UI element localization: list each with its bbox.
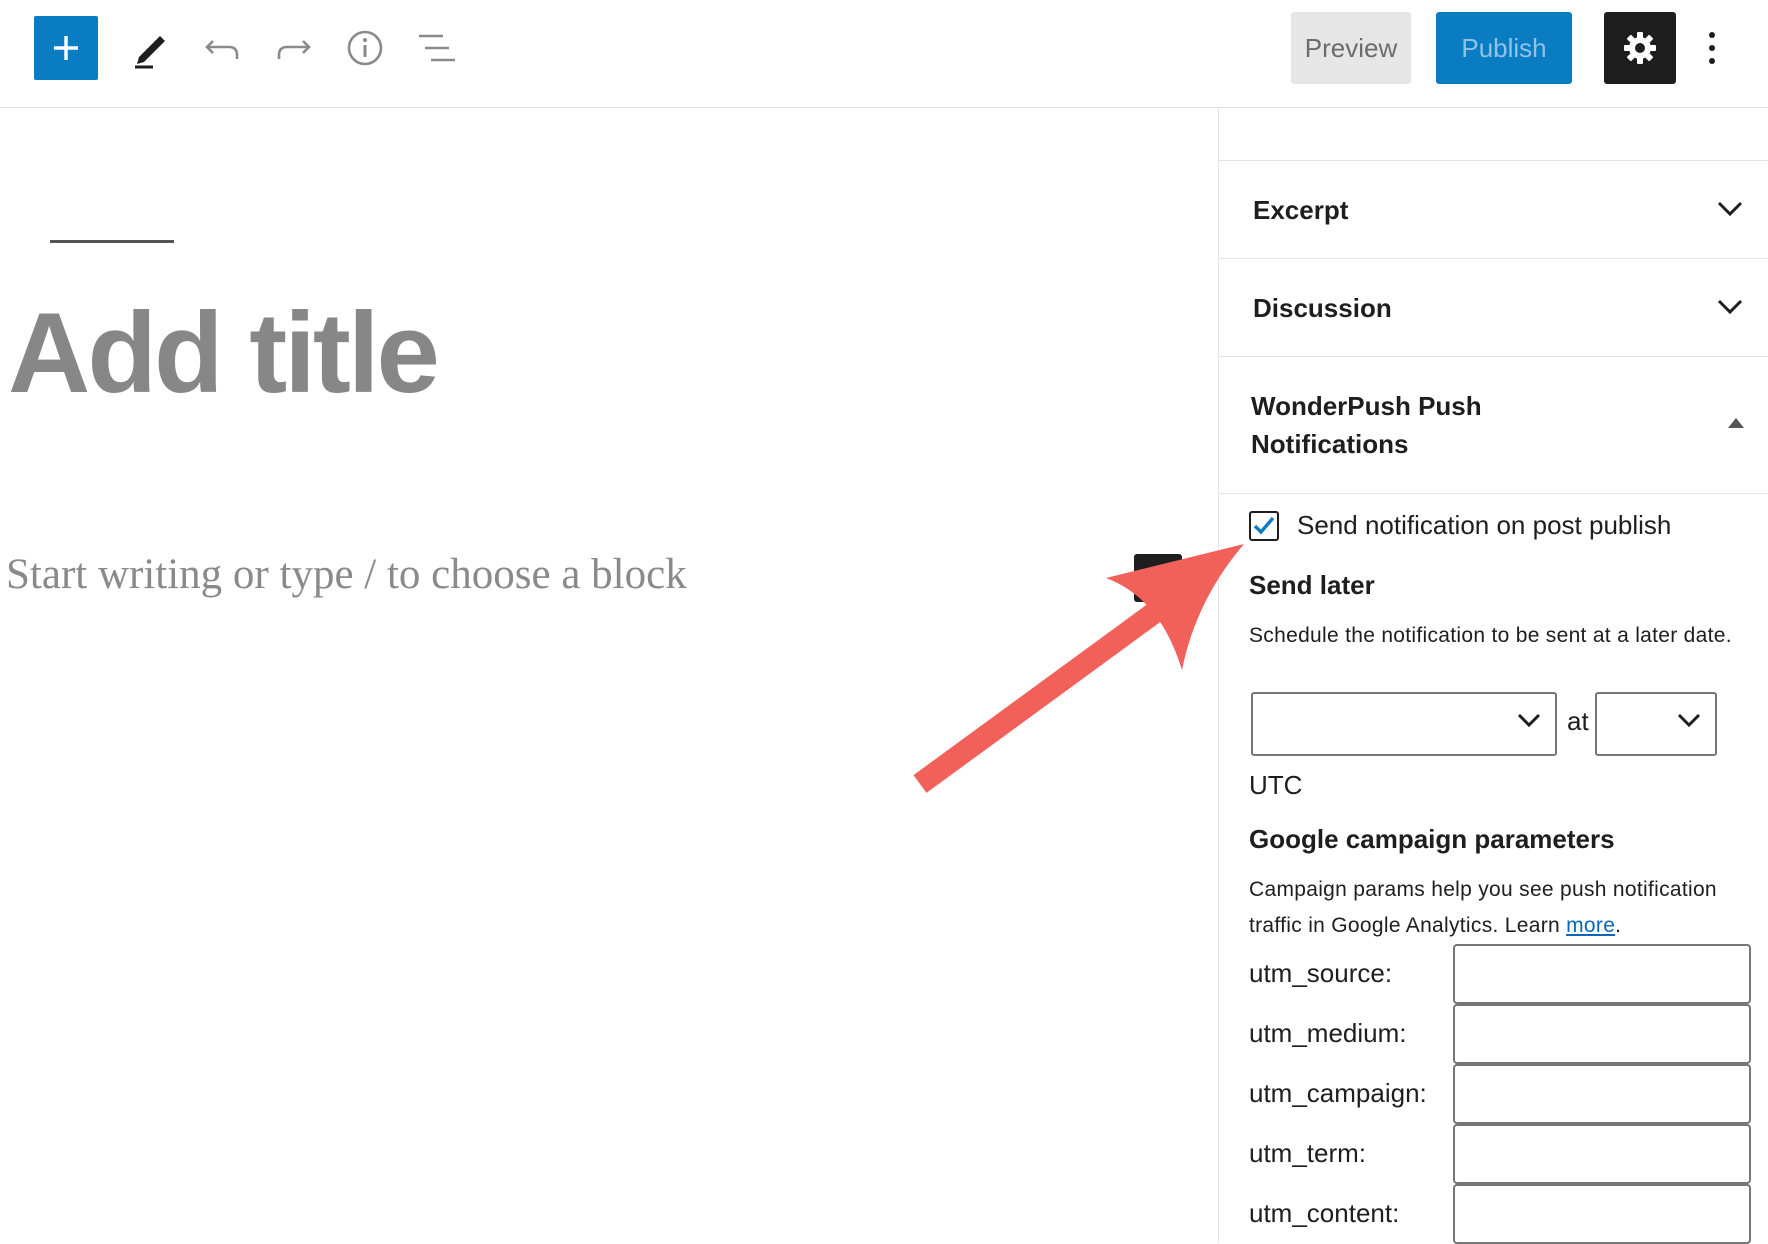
checkmark-icon: [1253, 516, 1275, 535]
plus-icon: [1149, 569, 1167, 587]
timezone-label: UTC: [1249, 770, 1303, 800]
panel-discussion[interactable]: Discussion: [1219, 258, 1768, 356]
details-button[interactable]: [338, 21, 392, 75]
settings-sidebar: Excerpt Discussion WonderPush Push Notif…: [1218, 108, 1768, 1244]
more-options-button[interactable]: [1694, 24, 1730, 72]
more-vertical-icon: [1709, 32, 1715, 64]
send-on-publish-label[interactable]: Send notification on post publish: [1297, 510, 1671, 541]
block-placeholder[interactable]: Start writing or type / to choose a bloc…: [6, 550, 687, 599]
undo-icon: [205, 40, 239, 59]
campaign-params-description: Campaign params help you see push notifi…: [1249, 872, 1768, 944]
gear-icon: [1624, 32, 1656, 64]
chevron-down-icon: [1717, 201, 1743, 217]
panel-wonderpush-title: WonderPush Push Notifications: [1251, 391, 1482, 459]
settings-button[interactable]: [1604, 12, 1676, 84]
chevron-down-icon: [1717, 299, 1743, 315]
utm-source-input[interactable]: [1453, 944, 1751, 1004]
send-later-heading: Send later: [1249, 570, 1375, 600]
tools-button[interactable]: [124, 21, 178, 75]
send-later-description: Schedule the notification to be sent at …: [1249, 624, 1732, 647]
plus-icon: [54, 36, 78, 60]
utm-source-label: utm_source:: [1249, 958, 1393, 988]
panel-wonderpush[interactable]: WonderPush Push Notifications: [1219, 356, 1768, 494]
send-on-publish-checkbox[interactable]: [1249, 511, 1279, 541]
send-date-select[interactable]: [1251, 692, 1557, 756]
learn-more-link[interactable]: more: [1566, 914, 1615, 937]
list-view-icon: [419, 34, 455, 62]
chevron-down-icon: [1517, 713, 1541, 728]
utm-term-input[interactable]: [1453, 1124, 1751, 1184]
editor-canvas: Add title Start writing or type / to cho…: [0, 108, 1218, 1242]
redo-button[interactable]: [266, 21, 320, 75]
triangle-up-icon: [1728, 418, 1744, 428]
inline-add-block-button[interactable]: [1134, 554, 1182, 602]
campaign-params-heading: Google campaign parameters: [1249, 824, 1615, 854]
send-time-select[interactable]: [1595, 692, 1717, 756]
preview-button[interactable]: Preview: [1291, 12, 1411, 84]
utm-medium-input[interactable]: [1453, 1004, 1751, 1064]
undo-button[interactable]: [196, 21, 250, 75]
editor-toolbar: Preview Publish: [0, 0, 1768, 108]
utm-content-label: utm_content:: [1249, 1198, 1400, 1228]
utm-term-row: utm_term:: [1249, 1124, 1768, 1184]
panel-excerpt[interactable]: Excerpt: [1219, 160, 1768, 258]
panel-discussion-label: Discussion: [1253, 293, 1392, 323]
list-view-button[interactable]: [410, 21, 464, 75]
utm-content-input[interactable]: [1453, 1184, 1751, 1244]
info-icon: [347, 30, 383, 66]
utm-medium-label: utm_medium:: [1249, 1018, 1407, 1048]
chevron-down-icon: [1677, 713, 1701, 728]
campaign-desc-end: .: [1615, 914, 1622, 937]
publish-button[interactable]: Publish: [1436, 12, 1572, 84]
campaign-desc-text: Campaign params help you see push notifi…: [1249, 878, 1717, 937]
pencil-icon: [135, 36, 165, 69]
panel-excerpt-label: Excerpt: [1253, 195, 1349, 225]
utm-campaign-input[interactable]: [1453, 1064, 1751, 1124]
utm-content-row: utm_content:: [1249, 1184, 1768, 1244]
redo-icon: [277, 40, 311, 59]
title-separator: [50, 240, 174, 243]
add-block-button[interactable]: [34, 16, 98, 80]
utm-medium-row: utm_medium:: [1249, 1004, 1768, 1064]
post-title-input[interactable]: Add title: [8, 286, 440, 423]
at-label: at: [1567, 706, 1589, 736]
utm-campaign-row: utm_campaign:: [1249, 1064, 1768, 1124]
utm-term-label: utm_term:: [1249, 1138, 1367, 1168]
utm-source-row: utm_source:: [1249, 944, 1768, 1004]
utm-campaign-label: utm_campaign:: [1249, 1078, 1427, 1108]
